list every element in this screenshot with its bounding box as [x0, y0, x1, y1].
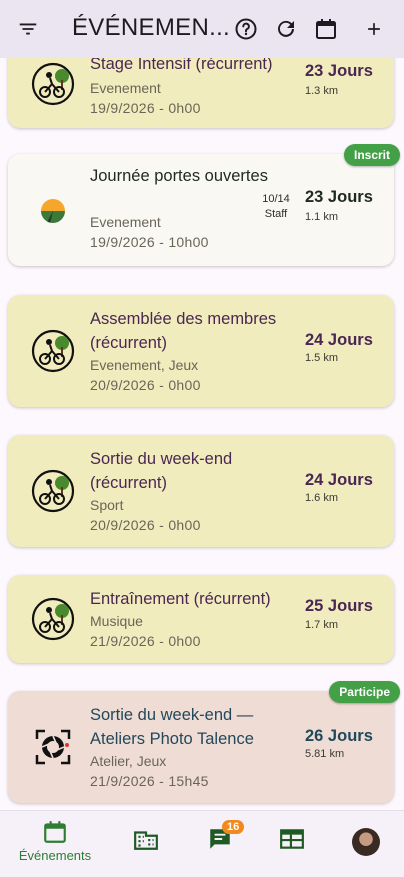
calendar-icon[interactable] [314, 17, 338, 41]
event-list[interactable]: Stage Intensif (récurrent) Evenement 19/… [0, 58, 404, 810]
building-icon [134, 831, 158, 850]
cyclist-logo-icon [28, 326, 78, 376]
messages-count-badge: 16 [222, 820, 245, 834]
distance: 1.1 km [305, 211, 339, 223]
bottom-navigation: Événements 16 [0, 810, 404, 877]
days-remaining: 24 Jours [305, 331, 373, 349]
status-badge: Inscrit [343, 144, 400, 166]
event-category: Sport [90, 497, 124, 513]
event-card[interactable]: Sortie du week-end (récurrent) Sport 20/… [8, 435, 394, 547]
event-title: Sortie du week-end (récurrent) [90, 450, 233, 492]
days-remaining: 23 Jours [305, 188, 373, 206]
event-date: 21/9/2026 - 15h45 [90, 773, 209, 789]
nav-profile[interactable] [336, 819, 396, 869]
help-icon[interactable] [234, 17, 258, 41]
event-title: Stage Intensif (récurrent) [90, 58, 273, 73]
distance: 1.6 km [305, 492, 339, 504]
table-icon [280, 829, 304, 849]
event-card[interactable]: Entraînement (récurrent) Musique 21/9/20… [8, 575, 394, 663]
nav-events[interactable]: Événements [19, 819, 91, 869]
cyclist-logo-icon [28, 594, 78, 644]
nav-events-label: Événements [18, 848, 92, 863]
event-card[interactable]: Stage Intensif (récurrent) Evenement 19/… [8, 58, 394, 128]
event-title: Entraînement (récurrent) [90, 590, 271, 608]
event-date: 19/9/2026 - 10h00 [90, 234, 209, 250]
event-category: Evenement, Jeux [90, 357, 199, 373]
nav-places[interactable] [116, 819, 176, 869]
event-title: Journée portes ouvertes [90, 167, 268, 185]
avatar [352, 828, 380, 856]
camera-aperture-icon [28, 722, 78, 772]
distance: 1.5 km [305, 352, 339, 364]
event-date: 19/9/2026 - 0h00 [90, 100, 201, 116]
days-remaining: 25 Jours [305, 597, 373, 615]
days-remaining: 26 Jours [305, 727, 373, 745]
nav-schedule[interactable] [262, 819, 322, 869]
event-title: Assemblée des membres (récurrent) [90, 310, 277, 352]
refresh-icon[interactable] [274, 17, 298, 41]
status-badge: Participe [329, 681, 400, 703]
event-date: 20/9/2026 - 0h00 [90, 517, 201, 533]
event-date: 20/9/2026 - 0h00 [90, 377, 201, 393]
event-card[interactable]: Assemblée des membres (récurrent) Evenem… [8, 295, 394, 407]
distance: 1.3 km [305, 85, 339, 97]
days-remaining: 23 Jours [305, 62, 373, 80]
sunset-road-icon [28, 186, 78, 236]
event-date: 21/9/2026 - 0h00 [90, 633, 201, 649]
event-title: Sortie du week-end — Ateliers Photo Tale… [90, 706, 254, 748]
cyclist-logo-icon [28, 466, 78, 516]
days-remaining: 24 Jours [305, 471, 373, 489]
event-category: Atelier, Jeux [90, 753, 167, 769]
staff-count: 10/14 Staff [262, 193, 290, 220]
add-icon[interactable] [362, 17, 386, 41]
app-bar: ÉVÉNEMEN... [0, 0, 404, 58]
event-card[interactable]: Sortie du week-end — Ateliers Photo Tale… [8, 691, 394, 803]
distance: 1.7 km [305, 619, 339, 631]
nav-messages[interactable]: 16 [190, 819, 250, 869]
calendar-icon [44, 821, 66, 843]
event-category: Evenement [90, 214, 161, 230]
event-category: Evenement [90, 80, 161, 96]
cyclist-logo-icon [28, 59, 78, 109]
filter-icon[interactable] [16, 17, 40, 41]
distance: 5.81 km [305, 748, 345, 760]
event-card[interactable]: Journée portes ouvertes Evenement 19/9/2… [8, 154, 394, 266]
event-category: Musique [90, 613, 143, 629]
page-title: ÉVÉNEMEN... [72, 14, 230, 41]
